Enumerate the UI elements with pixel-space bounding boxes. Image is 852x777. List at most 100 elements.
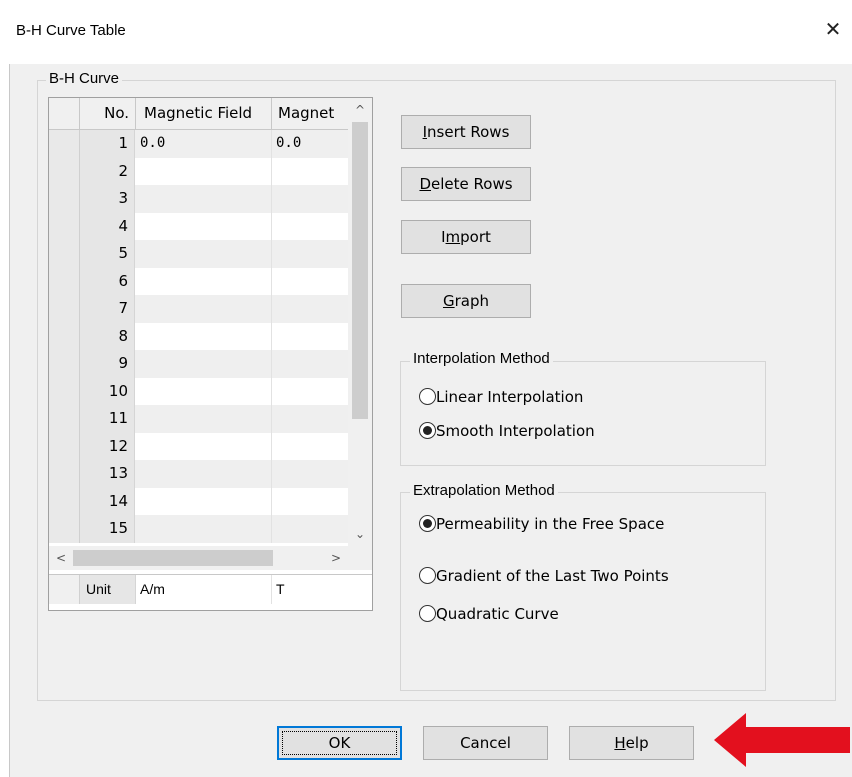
magnetic-field-cell[interactable] [136, 405, 272, 433]
row-selector[interactable] [49, 460, 80, 488]
row-selector[interactable] [49, 515, 80, 543]
table-row[interactable]: 12 [49, 432, 348, 461]
magnetic-field-cell[interactable] [136, 487, 272, 515]
table-body: 1 0.0 0.0 2 3 4 5 6 7 8 9 10 11 12 13 14 15 [49, 130, 348, 546]
graph-label: raph [454, 292, 489, 310]
magnetic-field-cell[interactable]: 0.0 [136, 130, 272, 158]
table-row[interactable]: 2 [49, 157, 348, 186]
magnetic-flux-cell[interactable] [272, 323, 348, 351]
magnetic-field-cell[interactable] [136, 377, 272, 405]
magnetic-flux-cell[interactable] [272, 158, 348, 186]
table-row[interactable]: 7 [49, 295, 348, 323]
linear-interpolation-radio[interactable]: Linear Interpolation [419, 385, 583, 409]
column-header-magnetic-flux[interactable]: Magnet [272, 98, 348, 129]
row-number: 9 [80, 350, 135, 378]
row-selector[interactable] [49, 130, 80, 158]
row-selector[interactable] [49, 322, 80, 350]
magnetic-flux-cell[interactable] [272, 460, 348, 488]
magnetic-field-cell[interactable] [136, 185, 272, 213]
row-selector[interactable] [49, 295, 80, 323]
scroll-right-icon[interactable]: > [324, 546, 348, 570]
unit-magnetic-flux[interactable]: T [272, 575, 372, 604]
row-selector[interactable] [49, 240, 80, 268]
row-selector[interactable] [49, 350, 80, 378]
magnetic-field-cell[interactable] [136, 240, 272, 268]
table-row[interactable]: 11 [49, 405, 348, 433]
help-button[interactable]: Help [569, 726, 694, 760]
table-row[interactable]: 5 [49, 240, 348, 268]
row-number: 3 [80, 185, 135, 213]
magnetic-flux-cell[interactable]: 0.0 [272, 130, 348, 158]
scroll-down-icon[interactable]: ⌄ [348, 522, 372, 546]
magnetic-flux-cell[interactable] [272, 268, 348, 296]
magnetic-flux-cell[interactable] [272, 405, 348, 433]
table-row[interactable]: 13 [49, 460, 348, 488]
magnetic-field-cell[interactable] [136, 350, 272, 378]
table-row[interactable]: 9 [49, 350, 348, 378]
row-selector[interactable] [49, 405, 80, 433]
smooth-interpolation-label: Smooth Interpolation [436, 422, 595, 440]
magnetic-flux-cell[interactable] [272, 433, 348, 461]
extrapolation-group-legend: Extrapolation Method [410, 482, 558, 499]
magnetic-field-cell[interactable] [136, 212, 272, 240]
quadratic-curve-radio[interactable]: Quadratic Curve [419, 602, 559, 626]
table-row[interactable]: 6 [49, 267, 348, 296]
table-row[interactable]: 15 [49, 515, 348, 543]
magnetic-field-cell[interactable] [136, 432, 272, 460]
magnetic-field-cell[interactable] [136, 322, 272, 350]
magnetic-flux-cell[interactable] [272, 213, 348, 241]
row-selector[interactable] [49, 377, 80, 405]
magnetic-flux-cell[interactable] [272, 378, 348, 406]
permeability-free-space-radio[interactable]: Permeability in the Free Space [419, 512, 664, 536]
header-selector [49, 98, 80, 129]
import-button[interactable]: Import [401, 220, 531, 254]
graph-button[interactable]: Graph [401, 284, 531, 318]
column-header-no[interactable]: No. [80, 98, 136, 129]
table-row[interactable]: 4 [49, 212, 348, 241]
row-selector[interactable] [49, 267, 80, 295]
magnetic-flux-cell[interactable] [272, 515, 348, 543]
row-selector[interactable] [49, 185, 80, 213]
horizontal-scroll-thumb[interactable] [73, 550, 273, 566]
magnetic-field-cell[interactable] [136, 460, 272, 488]
gradient-last-two-points-radio[interactable]: Gradient of the Last Two Points [419, 564, 669, 588]
scroll-up-icon[interactable]: ^ [348, 98, 372, 122]
magnetic-field-cell[interactable] [136, 515, 272, 543]
row-selector[interactable] [49, 212, 80, 240]
magnetic-flux-cell[interactable] [272, 295, 348, 323]
column-header-magnetic-field[interactable]: Magnetic Field [136, 98, 272, 129]
vertical-scroll-thumb[interactable] [352, 122, 368, 419]
magnetic-field-cell[interactable] [136, 295, 272, 323]
help-label: elp [625, 734, 649, 752]
horizontal-scrollbar[interactable]: < > [49, 546, 348, 570]
scroll-left-icon[interactable]: < [49, 546, 73, 570]
focus-ring [282, 731, 397, 755]
row-selector[interactable] [49, 487, 80, 515]
unit-magnetic-field[interactable]: A/m [136, 575, 272, 604]
table-row[interactable]: 8 [49, 322, 348, 351]
row-selector[interactable] [49, 157, 80, 185]
magnetic-flux-cell[interactable] [272, 240, 348, 268]
row-number: 4 [80, 212, 135, 240]
magnetic-field-cell[interactable] [136, 267, 272, 295]
bh-curve-table[interactable]: No. Magnetic Field Magnet 1 0.0 0.0 2 3 4 5 6 7 8… [48, 97, 373, 611]
table-row[interactable]: 14 [49, 487, 348, 516]
insert-rows-label: nsert Rows [427, 123, 510, 141]
table-row[interactable]: 3 [49, 185, 348, 213]
ok-button[interactable]: OK [277, 726, 402, 760]
table-row[interactable]: 1 0.0 0.0 [49, 130, 348, 158]
insert-rows-button[interactable]: Insert Rows [401, 115, 531, 149]
magnetic-flux-cell[interactable] [272, 350, 348, 378]
magnetic-flux-cell[interactable] [272, 488, 348, 516]
radio-unchecked-icon [419, 388, 436, 405]
smooth-interpolation-radio[interactable]: Smooth Interpolation [419, 419, 595, 443]
close-icon[interactable]: ✕ [818, 14, 848, 44]
delete-rows-button[interactable]: Delete Rows [401, 167, 531, 201]
vertical-scrollbar[interactable]: ^ ⌄ [348, 98, 372, 546]
magnetic-flux-cell[interactable] [272, 185, 348, 213]
magnetic-field-cell[interactable] [136, 157, 272, 185]
table-row[interactable]: 10 [49, 377, 348, 406]
unit-row-selector [49, 575, 80, 604]
row-selector[interactable] [49, 432, 80, 460]
cancel-button[interactable]: Cancel [423, 726, 548, 760]
